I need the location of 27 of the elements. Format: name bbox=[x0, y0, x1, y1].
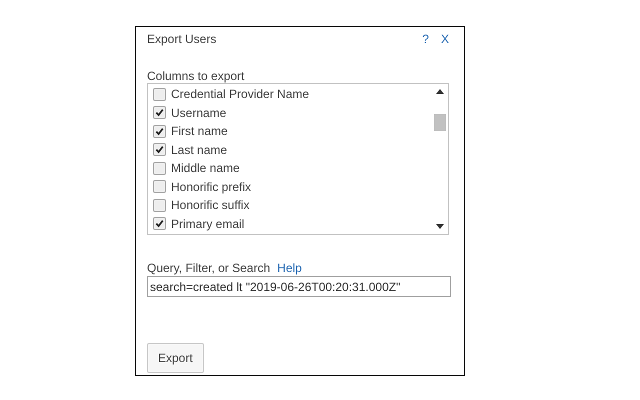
checkbox[interactable] bbox=[153, 88, 166, 101]
checkbox-label: Middle name bbox=[171, 161, 240, 176]
query-field[interactable]: search=created lt "2019-06-26T00:20:31.000Z" bbox=[147, 276, 451, 297]
checkbox-label: Honorific prefix bbox=[171, 180, 252, 194]
help-link[interactable]: Help bbox=[277, 261, 302, 275]
checkbox-label: First name bbox=[171, 124, 228, 138]
scrollbar-thumb[interactable] bbox=[434, 114, 446, 131]
checkbox[interactable] bbox=[153, 124, 166, 138]
checkbox[interactable] bbox=[153, 162, 166, 175]
checkbox-label: Credential Provider Name bbox=[171, 87, 310, 102]
export-button[interactable]: Export bbox=[147, 343, 204, 373]
checkbox-label: Last name bbox=[171, 142, 228, 157]
close-button[interactable]: X bbox=[436, 32, 453, 46]
checkbox-label: Username bbox=[171, 106, 226, 120]
checkbox[interactable] bbox=[153, 106, 166, 120]
checkbox[interactable] bbox=[153, 198, 166, 212]
checkbox[interactable] bbox=[153, 143, 166, 156]
field-label: Query, Filter, or Search bbox=[147, 261, 270, 275]
help-button[interactable]: ? bbox=[418, 32, 433, 46]
field-label: Columns to export bbox=[147, 69, 246, 83]
dialog-title: Export Users bbox=[147, 32, 218, 46]
checkbox-label: Primary email bbox=[171, 216, 244, 231]
scroll-up-icon[interactable] bbox=[436, 89, 444, 94]
checkbox[interactable] bbox=[153, 217, 166, 230]
scroll-down-icon[interactable] bbox=[436, 224, 444, 229]
checkbox[interactable] bbox=[153, 180, 166, 194]
checkbox-label: Honorific suffix bbox=[171, 198, 250, 212]
